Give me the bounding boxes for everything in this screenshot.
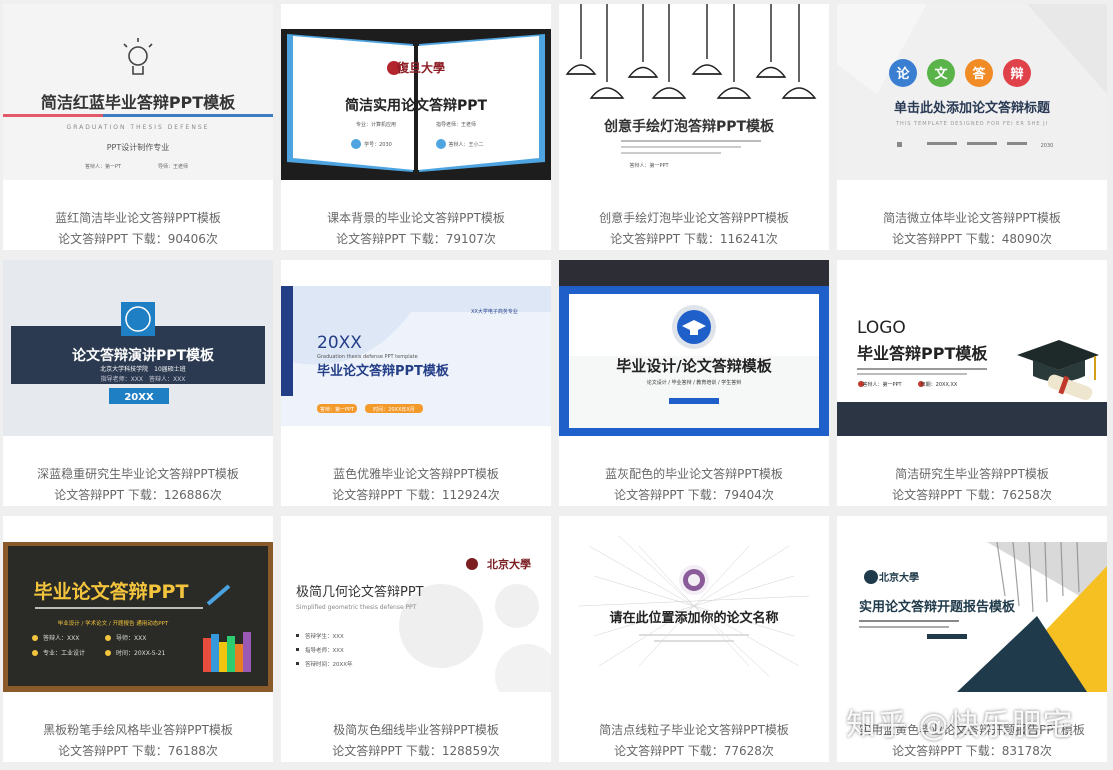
template-card[interactable]: 毕业设计/论文答辩模板 论文设计 / 毕业答辩 / 教育培训 / 学生答辩 蓝灰… [559,260,829,506]
svg-text:时间：20XX年X月: 时间：20XX年X月 [373,406,415,413]
svg-text:答辩人：第一PPT: 答辩人：第一PPT [862,381,902,388]
template-meta: 论文答辩PPT 下载：90406次 [58,232,218,246]
template-card[interactable]: 论文答辩演讲PPT模板 北京大学科技学院 10届硕士班 指导老师：XXX 答辩人… [3,260,273,506]
template-meta: 论文答辩PPT 下载：83178次 [892,744,1052,758]
template-meta: 论文答辩PPT 下载：79107次 [336,232,496,246]
template-card[interactable]: 创意手绘灯泡答辩PPT模板 答辩人：第一PPT 创意手绘灯泡毕业论文答辩PPT模… [559,4,829,250]
template-card[interactable]: 復旦大學 简洁实用论文答辩PPT 专业：计算机应用 指导老师：王老师 学号：20… [281,4,551,250]
svg-text:20XX: 20XX [124,392,154,403]
template-title[interactable]: 蓝色优雅毕业论文答辩PPT模板 [281,465,551,482]
template-meta: 论文答辩PPT 下载：128859次 [332,744,500,758]
svg-text:答辩人：第一PT: 答辩人：第一PT [85,163,122,170]
svg-text:指导老师：XXX 答辩人：XXX: 指导老师：XXX 答辩人：XXX [101,375,186,383]
svg-text:论: 论 [896,66,910,82]
template-meta: 论文答辩PPT 下载：116241次 [610,232,778,246]
template-card[interactable]: LOGO 毕业答辩PPT模板 答辩人：第一PPT 日期：20XX.XX 简洁研究… [837,260,1107,506]
svg-text:答: 答 [972,66,986,82]
svg-text:专业：工业设计: 专业：工业设计 [43,649,85,657]
template-title[interactable]: 蓝灰配色的毕业论文答辩PPT模板 [559,465,829,482]
svg-text:导师：王老师: 导师：王老师 [158,163,188,170]
template-thumbnail[interactable]: 毕业设计/论文答辩模板 论文设计 / 毕业答辩 / 教育培训 / 学生答辩 [559,260,829,436]
svg-text:THIS TEMPLATE DESIGNED FOR FEI: THIS TEMPLATE DESIGNED FOR FEI ER SHE JI [895,121,1048,127]
thumb-year: 20XX [317,333,362,353]
svg-text:Graduation thesis defense PPT: Graduation thesis defense PPT template [317,354,418,360]
thumb-heading: 简洁实用论文答辩PPT [345,97,488,114]
svg-text:专业：计算机应用: 专业：计算机应用 [356,121,396,128]
template-thumbnail[interactable]: 请在此位置添加你的论文名称 [559,516,829,692]
template-thumbnail[interactable]: 北京大學 极简几何论文答辩PPT Simplified geometric th… [281,516,551,692]
template-title[interactable]: 简洁点线粒子毕业论文答辩PPT模板 [559,721,829,738]
svg-text:PPT设计制作专业: PPT设计制作专业 [107,142,170,152]
thumb-heading: 创意手绘灯泡答辩PPT模板 [603,118,775,135]
template-thumbnail[interactable]: 创意手绘灯泡答辩PPT模板 答辩人：第一PPT [559,4,829,180]
template-title[interactable]: 课本背景的毕业论文答辩PPT模板 [281,209,551,226]
svg-text:答辩人：第一PPT: 答辩人：第一PPT [629,162,669,169]
template-card[interactable]: 简洁红蓝毕业答辩PPT模板 GRADUATION THESIS DEFENSE … [3,4,273,250]
svg-text:毕业设计 / 学术论文 / 开题报告 通用动态PPT: 毕业设计 / 学术论文 / 开题报告 通用动态PPT [58,619,169,627]
svg-text:论文设计 / 毕业答辩 / 教育培训 / 学生答辩: 论文设计 / 毕业答辩 / 教育培训 / 学生答辩 [647,379,742,386]
template-card[interactable]: 20XX XX大学电子商务专业 Graduation thesis defens… [281,260,551,506]
template-thumbnail[interactable]: 北京大學 实用论文答辩开题报告模板 [837,516,1107,692]
template-meta: 论文答辩PPT 下载：112924次 [332,488,500,502]
template-meta: 论文答辩PPT 下载：77628次 [614,744,774,758]
template-title[interactable]: 简洁研究生毕业答辩PPT模板 [837,465,1107,482]
svg-text:答辩时间：20XX年: 答辩时间：20XX年 [305,660,353,668]
template-title[interactable]: 黑板粉笔手绘风格毕业答辩PPT模板 [3,721,273,738]
thumb-logo: LOGO [857,318,906,338]
thumb-heading: 极简几何论文答辩PPT [296,584,424,600]
template-thumbnail[interactable]: 20XX XX大学电子商务专业 Graduation thesis defens… [281,260,551,436]
svg-text:学号：2030: 学号：2030 [364,141,392,148]
thumb-heading: 毕业论文答辩PPT模板 [317,363,450,379]
template-title[interactable]: 创意手绘灯泡毕业论文答辩PPT模板 [559,209,829,226]
thumb-heading: 毕业答辩PPT模板 [857,344,988,363]
svg-text:指导老师：XXX: 指导老师：XXX [305,646,344,654]
template-card[interactable]: 请在此位置添加你的论文名称 简洁点线粒子毕业论文答辩PPT模板 论文答辩PPT … [559,516,829,762]
svg-text:日期：20XX.XX: 日期：20XX.XX [921,382,958,388]
template-meta: 论文答辩PPT 下载：76258次 [892,488,1052,502]
svg-text:指导老师：王老师: 指导老师：王老师 [436,121,476,128]
svg-text:北京大学科技学院 10届硕士班: 北京大学科技学院 10届硕士班 [100,365,186,373]
svg-text:2030: 2030 [1041,143,1054,149]
svg-text:导师：XXX: 导师：XXX [116,634,146,642]
svg-text:XX大学电子商务专业: XX大学电子商务专业 [471,308,518,315]
thumb-heading: 单击此处添加论文答辩标题 [894,100,1051,116]
template-meta: 论文答辩PPT 下载：79404次 [614,488,774,502]
svg-text:答辩学生：XXX: 答辩学生：XXX [305,632,344,640]
svg-text:復旦大學: 復旦大學 [396,60,445,75]
svg-text:GRADUATION THESIS DEFENSE: GRADUATION THESIS DEFENSE [67,124,210,131]
thumb-logo: 北京大學 [879,571,919,584]
thumb-heading: 毕业设计/论文答辩模板 [616,357,772,375]
template-title[interactable]: 深蓝稳重研究生毕业论文答辩PPT模板 [3,465,273,482]
template-meta: 论文答辩PPT 下载：126886次 [54,488,222,502]
thumb-heading: 简洁红蓝毕业答辩PPT模板 [41,93,236,112]
thumb-heading: 毕业论文答辩PPT [34,580,189,603]
template-title[interactable]: 极简灰色细线毕业答辩PPT模板 [281,721,551,738]
thumb-heading: 实用论文答辩开题报告模板 [859,599,1016,615]
thumb-heading: 请在此位置添加你的论文名称 [609,610,778,626]
template-meta: 论文答辩PPT 下载：48090次 [892,232,1052,246]
thumb-heading: 论文答辩演讲PPT模板 [72,347,215,364]
template-thumbnail[interactable]: LOGO 毕业答辩PPT模板 答辩人：第一PPT 日期：20XX.XX [837,260,1107,436]
svg-text:时间：20XX-5-21: 时间：20XX-5-21 [116,649,166,657]
template-meta: 论文答辩PPT 下载：76188次 [58,744,218,758]
template-title[interactable]: 蓝红简洁毕业论文答辩PPT模板 [3,209,273,226]
svg-text:文: 文 [934,66,948,82]
svg-text:答辩：第一PPT: 答辩：第一PPT [320,406,355,413]
svg-text:Simplified geometric thesis de: Simplified geometric thesis defense PPT [296,604,417,611]
template-card[interactable]: 毕业论文答辩PPT 毕业设计 / 学术论文 / 开题报告 通用动态PPT 答辩人… [3,516,273,762]
svg-text:答辩人：王小二: 答辩人：王小二 [448,141,483,148]
books-icon [203,632,251,672]
template-title[interactable]: 简洁微立体毕业论文答辩PPT模板 [837,209,1107,226]
template-thumbnail[interactable]: 復旦大學 简洁实用论文答辩PPT 专业：计算机应用 指导老师：王老师 学号：20… [281,4,551,180]
template-thumbnail[interactable]: 毕业论文答辩PPT 毕业设计 / 学术论文 / 开题报告 通用动态PPT 答辩人… [3,516,273,692]
template-card[interactable]: 北京大學 极简几何论文答辩PPT Simplified geometric th… [281,516,551,762]
template-thumbnail[interactable]: 论 文 答 辩 单击此处添加论文答辩标题 THIS TEMPLATE DESIG… [837,4,1107,180]
svg-text:答辩人：XXX: 答辩人：XXX [43,634,79,642]
template-thumbnail[interactable]: 简洁红蓝毕业答辩PPT模板 GRADUATION THESIS DEFENSE … [3,4,273,180]
template-thumbnail[interactable]: 论文答辩演讲PPT模板 北京大学科技学院 10届硕士班 指导老师：XXX 答辩人… [3,260,273,436]
svg-text:辩: 辩 [1010,66,1023,82]
thumb-logo: 北京大學 [487,557,531,571]
template-card[interactable]: 论 文 答 辩 单击此处添加论文答辩标题 THIS TEMPLATE DESIG… [837,4,1107,250]
zhihu-watermark: 知乎 @快乐肥宅 [846,708,1074,743]
